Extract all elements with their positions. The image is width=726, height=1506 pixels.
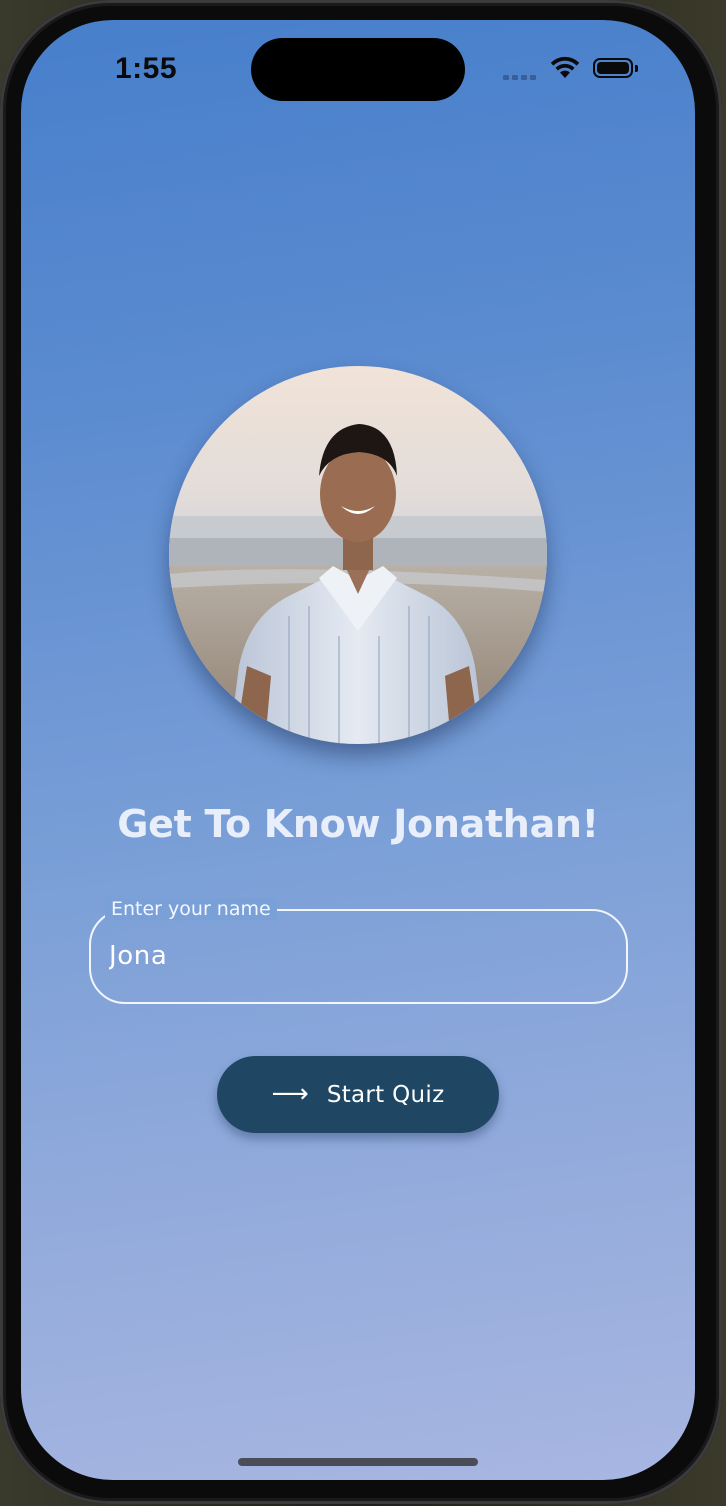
app-screen: 1:55 Get To Know Jonathan! Enter your na…: [21, 20, 695, 1480]
battery-tip: [635, 65, 638, 72]
dynamic-island: [251, 38, 465, 101]
page-title: Get To Know Jonathan!: [117, 802, 599, 846]
name-input-field[interactable]: Enter your name: [89, 898, 628, 1004]
battery-level: [597, 62, 629, 74]
battery-icon: [593, 58, 633, 78]
start-quiz-label: Start Quiz: [326, 1081, 445, 1108]
status-time: 1:55: [115, 52, 178, 85]
cellular-signal-icon: [503, 72, 539, 80]
start-quiz-button[interactable]: ⟶ Start Quiz: [217, 1056, 499, 1133]
status-bar: 1:55: [21, 20, 695, 120]
name-input[interactable]: [109, 941, 589, 971]
home-indicator[interactable]: [238, 1458, 478, 1466]
arrow-right-icon: ⟶: [271, 1078, 309, 1109]
wifi-icon: [550, 56, 580, 78]
profile-photo-image: [169, 366, 547, 744]
name-field-label: Enter your name: [105, 898, 277, 920]
profile-photo: [169, 366, 547, 744]
